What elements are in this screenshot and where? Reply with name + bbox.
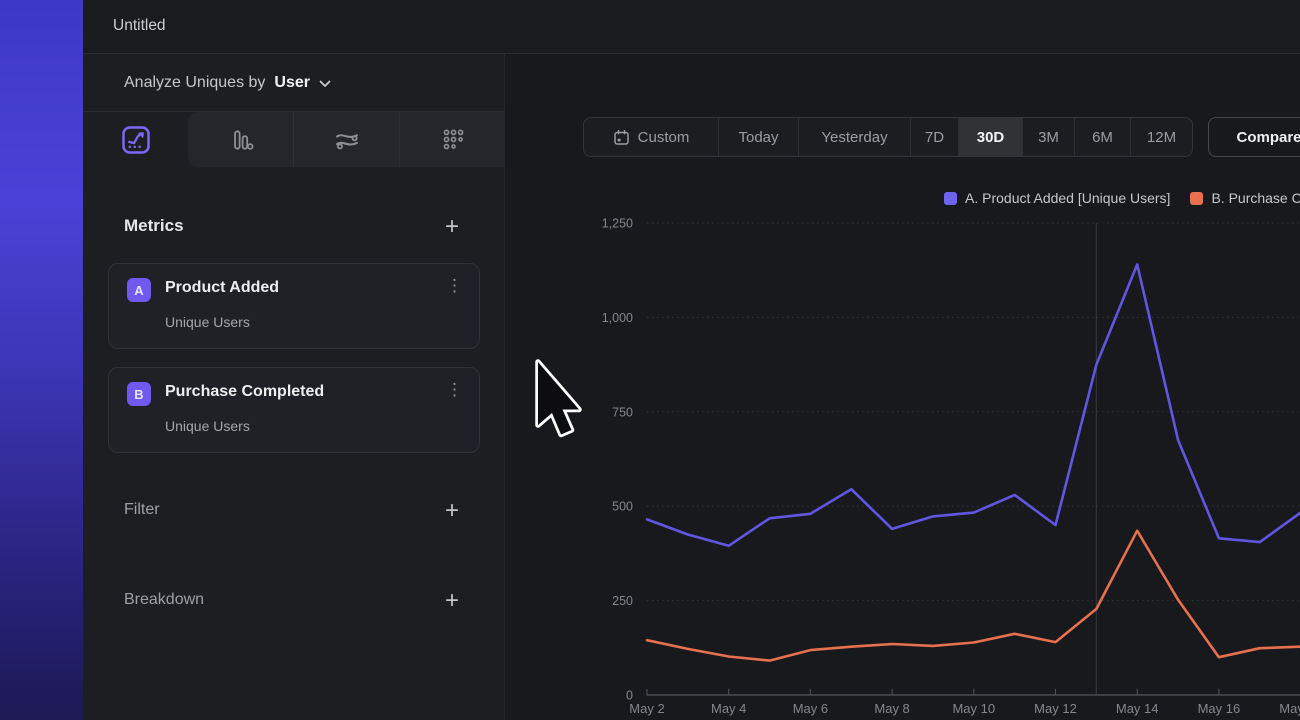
tab-line-chart[interactable] xyxy=(120,124,152,156)
series-line xyxy=(647,531,1300,661)
tab-retention-grid[interactable] xyxy=(399,112,505,167)
filter-title: Filter xyxy=(124,501,160,519)
metric-badge-a: A xyxy=(127,278,151,302)
chevron-down-icon[interactable] xyxy=(319,75,331,93)
metric-name: Purchase Completed xyxy=(165,383,324,401)
x-tick-label: May 18 xyxy=(1279,701,1300,716)
breakdown-section-header: Breakdown + xyxy=(83,584,505,618)
x-tick-label: May 2 xyxy=(629,701,664,716)
analyze-by-value[interactable]: User xyxy=(274,74,310,92)
y-tick-label: 250 xyxy=(612,594,633,608)
y-tick-label: 500 xyxy=(612,500,633,514)
app-window: Untitled Analyze Uniques by User xyxy=(0,0,1300,720)
line-chart-icon xyxy=(121,125,151,155)
chart-type-tab-group xyxy=(188,112,505,167)
metrics-title: Metrics xyxy=(124,216,184,236)
chart-type-tabs xyxy=(83,112,505,168)
x-tick-label: May 8 xyxy=(874,701,909,716)
tab-bar-chart[interactable] xyxy=(188,112,293,167)
x-tick-label: May 10 xyxy=(952,701,995,716)
chart-panel: CustomTodayYesterday7D30D3M6M12M Compare… xyxy=(505,54,1300,720)
query-sidebar: Analyze Uniques by User xyxy=(83,54,505,720)
metric-name: Product Added xyxy=(165,279,279,297)
y-tick-label: 750 xyxy=(612,405,633,419)
tab-flows[interactable] xyxy=(293,112,399,167)
add-breakdown-button[interactable]: + xyxy=(445,586,459,616)
kebab-menu-icon[interactable]: ⋮ xyxy=(446,381,463,399)
metric-measure[interactable]: Unique Users xyxy=(165,418,250,434)
retention-grid-icon xyxy=(440,127,466,153)
metric-badge-b: B xyxy=(127,382,151,406)
bar-chart-icon xyxy=(228,127,254,153)
breakdown-title: Breakdown xyxy=(124,591,204,609)
add-metric-button[interactable]: + xyxy=(445,212,459,242)
kebab-menu-icon[interactable]: ⋮ xyxy=(446,277,463,295)
x-tick-label: May 6 xyxy=(793,701,828,716)
y-tick-label: 1,250 xyxy=(602,217,633,231)
metric-card-b[interactable]: B Purchase Completed ⋮ Unique Users xyxy=(108,367,480,453)
top-bar: Untitled xyxy=(83,0,1300,54)
x-tick-label: May 16 xyxy=(1198,701,1241,716)
x-tick-label: May 12 xyxy=(1034,701,1077,716)
series-line xyxy=(647,265,1300,546)
brand-gradient-strip xyxy=(0,0,83,720)
analyze-by-row: Analyze Uniques by User xyxy=(83,54,505,112)
x-tick-label: May 14 xyxy=(1116,701,1159,716)
report-title[interactable]: Untitled xyxy=(113,17,166,35)
metric-measure[interactable]: Unique Users xyxy=(165,314,250,330)
y-tick-label: 1,000 xyxy=(602,311,633,325)
line-chart: 02505007501,0001,250May 2May 4May 6May 8… xyxy=(505,54,1300,720)
metrics-section-header: Metrics + xyxy=(83,210,505,244)
x-tick-label: May 4 xyxy=(711,701,746,716)
flows-icon xyxy=(333,126,361,154)
filter-section-header: Filter + xyxy=(83,494,505,528)
metric-card-a[interactable]: A Product Added ⋮ Unique Users xyxy=(108,263,480,349)
add-filter-button[interactable]: + xyxy=(445,496,459,526)
analyze-by-label: Analyze Uniques by xyxy=(124,74,265,92)
